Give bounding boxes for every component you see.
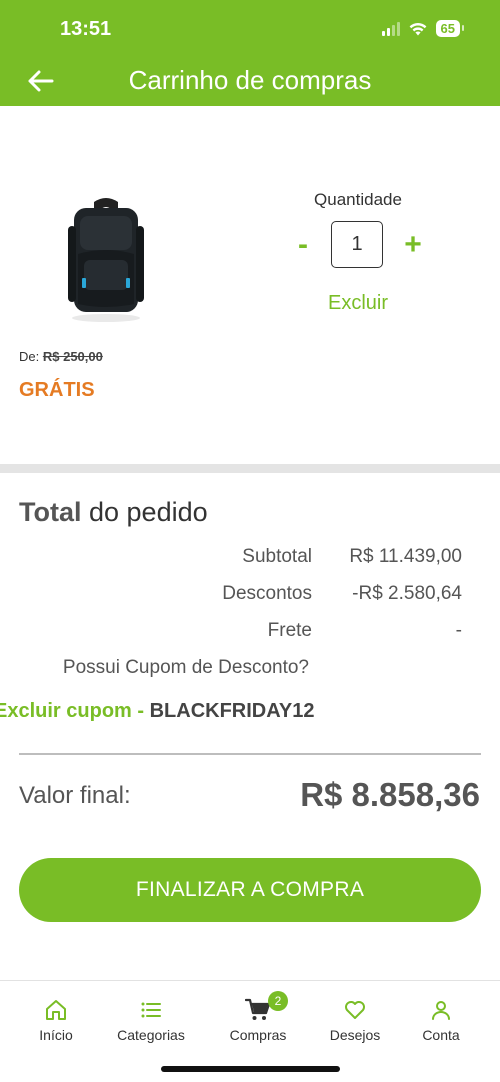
quantity-label: Quantidade xyxy=(314,190,402,209)
shipping-row: Frete - xyxy=(0,620,500,648)
status-icons: 65 xyxy=(381,20,465,37)
page-title: Carrinho de compras xyxy=(128,65,372,95)
order-total-title: Total do pedido xyxy=(19,497,208,528)
current-price: GRÁTIS xyxy=(19,379,95,401)
nav-label-categories: Categorias xyxy=(117,1027,185,1043)
list-icon xyxy=(141,1002,161,1018)
coupon-line: Excluir cupom - BLACKFRIDAY12 xyxy=(0,700,314,723)
cart-item: Quantidade - 1 + Excluir De: R$ 250,00 G… xyxy=(0,106,500,464)
old-price-value: R$ 250,00 xyxy=(42,349,103,364)
status-time: 13:51 xyxy=(60,18,112,40)
order-total-title-bold: Total xyxy=(19,497,82,527)
discount-label: Descontos xyxy=(222,583,312,604)
final-value-label: Valor final: xyxy=(19,782,131,809)
quantity-field[interactable]: 1 xyxy=(331,221,383,268)
checkout-button[interactable]: FINALIZAR A COMPRA xyxy=(19,858,481,922)
signal-icon xyxy=(381,21,400,36)
home-icon xyxy=(46,1000,66,1020)
total-divider xyxy=(19,753,481,755)
user-icon xyxy=(432,1001,450,1020)
nav-item-home[interactable]: Início xyxy=(8,995,104,1043)
remove-coupon-link[interactable]: Excluir cupom xyxy=(0,700,132,722)
shipping-label: Frete xyxy=(267,620,312,641)
subtotal-label: Subtotal xyxy=(242,546,312,567)
coupon-question[interactable]: Possui Cupom de Desconto? xyxy=(63,657,309,679)
nav-item-wishlist[interactable]: Desejos xyxy=(307,995,403,1043)
wifi-icon xyxy=(409,22,426,36)
coupon-separator: - xyxy=(131,700,150,722)
battery-indicator: 65 xyxy=(435,20,465,37)
coupon-code: BLACKFRIDAY12 xyxy=(149,700,315,722)
status-bar: 13:51 65 xyxy=(0,0,500,56)
increase-quantity-button[interactable]: + xyxy=(398,226,428,264)
cart-count-badge: 2 xyxy=(268,991,288,1011)
app-header: Carrinho de compras xyxy=(0,56,500,106)
nav-label-cart: Compras xyxy=(229,1027,287,1043)
nav-label-account: Conta xyxy=(422,1027,460,1043)
subtotal-row: Subtotal R$ 11.439,00 xyxy=(0,546,500,574)
bottom-nav: Início Categorias 2 Compras Desejos Cont… xyxy=(0,980,500,1082)
decrease-quantity-button[interactable]: - xyxy=(290,226,316,264)
final-value-amount: R$ 8.858,36 xyxy=(300,776,480,813)
old-price-prefix: De: xyxy=(19,349,40,364)
shipping-value: - xyxy=(455,620,462,641)
discount-value: -R$ 2.580,64 xyxy=(352,583,462,604)
nav-item-cart[interactable]: 2 Compras xyxy=(210,991,306,1043)
nav-label-wishlist: Desejos xyxy=(329,1027,381,1043)
nav-item-account[interactable]: Conta xyxy=(393,995,489,1043)
subtotal-value: R$ 11.439,00 xyxy=(349,546,462,567)
product-image[interactable] xyxy=(60,196,152,328)
nav-item-categories[interactable]: Categorias xyxy=(103,995,199,1043)
section-divider xyxy=(0,464,500,473)
discount-row: Descontos -R$ 2.580,64 xyxy=(0,583,500,611)
home-indicator xyxy=(161,1066,340,1072)
nav-label-home: Início xyxy=(39,1027,73,1043)
order-total-title-rest: do pedido xyxy=(81,497,208,527)
remove-item-button[interactable]: Excluir xyxy=(310,292,406,315)
old-price: De: R$ 250,00 xyxy=(19,349,103,364)
heart-icon xyxy=(345,1001,365,1019)
